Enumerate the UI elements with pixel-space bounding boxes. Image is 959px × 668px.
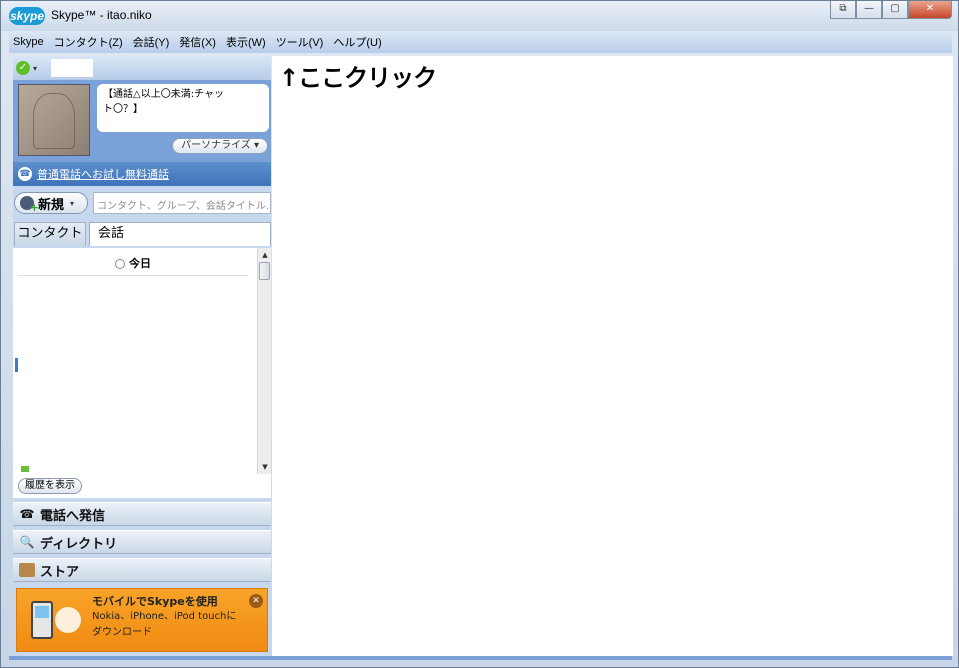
minimize-button[interactable]: — <box>856 1 882 19</box>
store-section[interactable]: ストア <box>13 558 271 582</box>
restore-button[interactable]: ⧉ <box>830 1 856 19</box>
mobile-ad-banner[interactable]: モバイルでSkypeを使用 Nokia、iPhone、iPod touchに ダ… <box>16 588 268 652</box>
personalize-button[interactable]: パーソナライズ ▾ <box>172 138 268 154</box>
phone-screen <box>35 606 49 618</box>
main-panel: ↑ここクリック <box>272 56 953 656</box>
bottom-edge <box>9 656 952 660</box>
menu-bar: Skype コンタクト(Z) 会話(Y) 発信(X) 表示(W) ツール(V) … <box>9 31 952 53</box>
avatar[interactable] <box>18 84 90 156</box>
chevron-down-icon: ▾ <box>33 63 38 73</box>
shopping-bag-icon <box>19 563 35 577</box>
ad-line-1: Nokia、iPhone、iPod touchに <box>92 611 237 622</box>
mood-message[interactable]: 【通話△以上〇未満:チャッ ト〇？】 <box>97 84 269 132</box>
magnifier-icon: 🔍 <box>19 535 35 549</box>
telephone-icon: ☎ <box>19 507 35 521</box>
chevron-down-icon: ▾ <box>70 198 75 208</box>
click-here-annotation: ↑ここクリック <box>279 64 437 92</box>
maximize-button[interactable]: ▢ <box>882 1 908 19</box>
free-call-link[interactable]: 普通電話へお試し無料通話 <box>37 166 169 182</box>
search-input[interactable]: コンタクト、グループ、会話タイトル... <box>93 192 271 214</box>
mood-line-1: 【通話△以上〇未満:チャッ <box>103 89 224 100</box>
add-contact-icon <box>20 196 39 214</box>
menu-view[interactable]: 表示(W) <box>226 34 266 50</box>
title-bar: skype Skype™ - itao.niko ⧉ — ▢ ✕ <box>1 1 958 31</box>
partial-status-icon <box>21 466 29 472</box>
close-icon[interactable]: ✕ <box>249 594 263 608</box>
scroll-down-button[interactable]: ▼ <box>258 460 272 474</box>
new-button-label: 新規 <box>38 197 65 213</box>
menu-tools[interactable]: ツール(V) <box>276 34 324 50</box>
menu-contacts[interactable]: コンタクト(Z) <box>54 34 123 50</box>
today-header: 今日 <box>18 254 248 276</box>
scroll-up-button[interactable]: ▲ <box>258 248 272 262</box>
display-name-field[interactable] <box>51 59 93 77</box>
close-button[interactable]: ✕ <box>908 1 952 19</box>
clock-icon <box>115 259 125 269</box>
new-button[interactable]: 新規 ▾ <box>14 192 88 214</box>
phone-icon: ☎ <box>18 167 32 181</box>
skype-window: skype Skype™ - itao.niko ⧉ — ▢ ✕ Skype コ… <box>0 0 959 668</box>
menu-call[interactable]: 発信(X) <box>179 34 216 50</box>
search-row: 新規 ▾ コンタクト、グループ、会話タイトル... <box>13 190 271 216</box>
today-label: 今日 <box>129 257 151 270</box>
free-call-bar: ☎ 普通電話へお試し無料通話 <box>13 162 271 186</box>
ad-title: モバイルでSkypeを使用 <box>92 595 218 608</box>
conversation-list: 今日 ▲ ▼ <box>13 248 271 474</box>
profile-panel: 【通話△以上〇未満:チャッ ト〇？】 パーソナライズ ▾ <box>13 80 271 162</box>
ad-body: Nokia、iPhone、iPod touchに ダウンロード <box>92 609 242 641</box>
call-phones-label: 電話へ発信 <box>40 508 106 524</box>
sidebar: ✓ ▾ 【通話△以上〇未満:チャッ ト〇？】 パーソナライズ ▾ ☎ 普通電話へ… <box>13 56 271 656</box>
mobile-phone-icon <box>31 601 53 639</box>
status-selector[interactable]: ✓ ▾ <box>16 59 48 77</box>
tabs: コンタクト 会話 <box>13 220 271 246</box>
show-history-button[interactable]: 履歴を表示 <box>18 478 82 494</box>
tab-contacts[interactable]: コンタクト <box>14 222 86 246</box>
scroll-thumb[interactable] <box>259 262 270 280</box>
menu-skype[interactable]: Skype <box>13 36 44 48</box>
skype-splash-icon <box>55 607 81 633</box>
directory-section[interactable]: 🔍 ディレクトリ <box>13 530 271 554</box>
call-phones-section[interactable]: ☎ 電話へ発信 <box>13 502 271 526</box>
tab-conversations[interactable]: 会話 <box>89 222 271 246</box>
mood-line-2: ト〇？】 <box>103 104 143 115</box>
window-controls: ⧉ — ▢ ✕ <box>830 1 952 19</box>
window-title: Skype™ - itao.niko <box>51 8 152 22</box>
online-status-icon: ✓ <box>16 61 30 75</box>
status-row: ✓ ▾ <box>13 56 271 80</box>
menu-help[interactable]: ヘルプ(U) <box>333 34 381 50</box>
selection-marker <box>15 358 18 372</box>
skype-logo: skype <box>9 7 45 25</box>
history-row: 履歴を表示 <box>13 474 271 498</box>
menu-conversations[interactable]: 会話(Y) <box>133 34 170 50</box>
store-label: ストア <box>40 564 80 580</box>
directory-label: ディレクトリ <box>40 536 118 552</box>
list-scrollbar[interactable]: ▲ ▼ <box>257 248 271 474</box>
ad-line-2: ダウンロード <box>92 627 152 638</box>
avatar-sketch <box>33 93 75 149</box>
